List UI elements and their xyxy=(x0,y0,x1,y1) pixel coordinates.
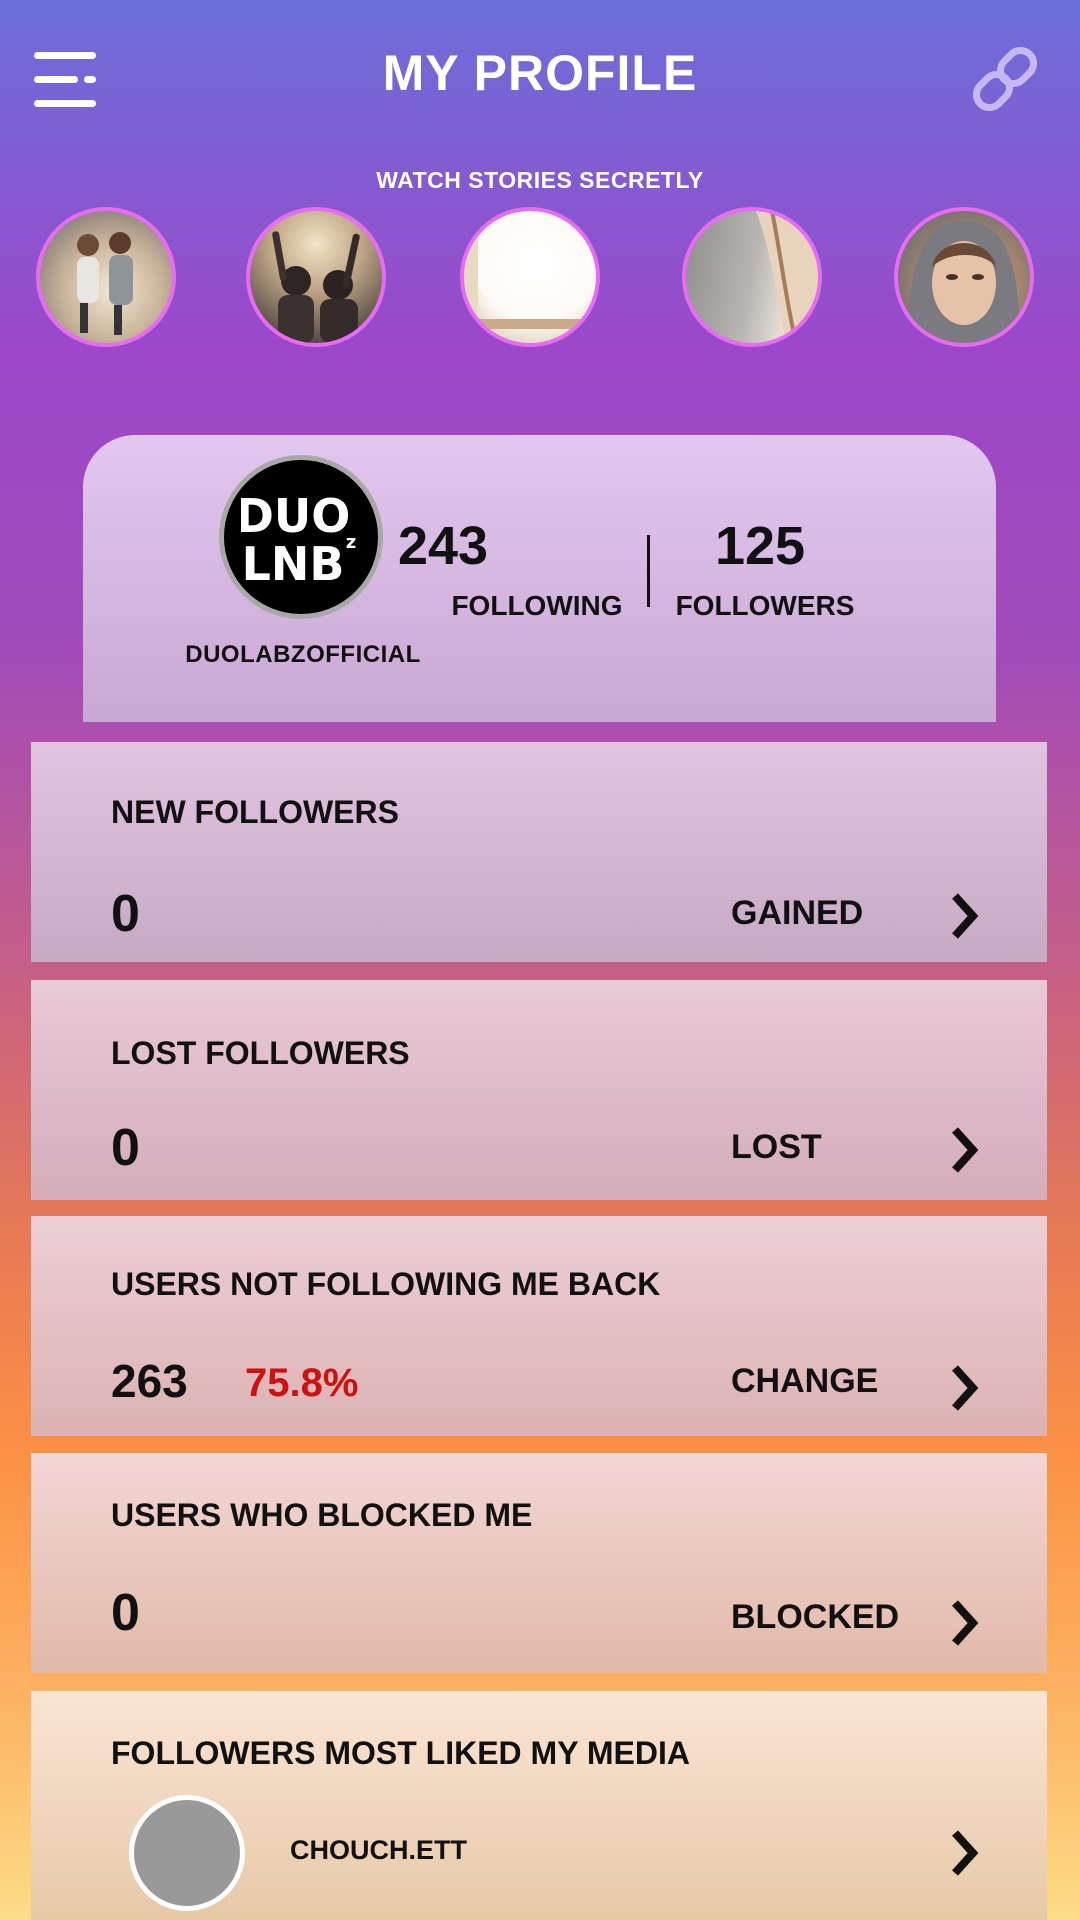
stories-label: WATCH STORIES SECRETLY xyxy=(376,167,704,193)
following-label: FOLLOWING xyxy=(451,590,623,621)
row-title: NEW FOLLOWERS xyxy=(111,794,399,830)
new-followers-row[interactable]: NEW FOLLOWERS 0 GAINED xyxy=(31,742,1047,962)
link-icon[interactable] xyxy=(966,40,1044,118)
lost-followers-row[interactable]: LOST FOLLOWERS 0 LOST xyxy=(31,980,1047,1200)
row-action-label: BLOCKED xyxy=(731,1598,900,1636)
story-avatar[interactable] xyxy=(460,207,600,347)
followers-label: FOLLOWERS xyxy=(675,590,855,621)
following-count[interactable]: 243 xyxy=(273,515,613,577)
most-liked-row[interactable]: FOLLOWERS MOST LIKED MY MEDIA CHOUCH.ETT xyxy=(31,1691,1047,1920)
username: DUOLABZOFFICIAL xyxy=(185,641,421,668)
row-title: FOLLOWERS MOST LIKED MY MEDIA xyxy=(111,1735,690,1771)
row-action-label: CHANGE xyxy=(731,1362,879,1400)
row-title: USERS NOT FOLLOWING ME BACK xyxy=(111,1266,661,1302)
row-value: 0 xyxy=(111,885,140,943)
chevron-right-icon[interactable] xyxy=(949,1829,979,1877)
row-value: 263 xyxy=(111,1355,188,1407)
percent-value: 75.8% xyxy=(245,1361,359,1405)
row-title: USERS WHO BLOCKED ME xyxy=(111,1497,533,1533)
row-action-label: LOST xyxy=(731,1128,822,1166)
top-liker-username: CHOUCH.ETT xyxy=(290,1835,467,1865)
followers-count[interactable]: 125 xyxy=(640,515,880,577)
blocked-me-row[interactable]: USERS WHO BLOCKED ME 0 BLOCKED xyxy=(31,1453,1047,1673)
row-title: LOST FOLLOWERS xyxy=(111,1035,410,1071)
chevron-right-icon[interactable] xyxy=(949,892,979,940)
profile-card: DUO LNB z DUOLABZOFFICIAL 243 FOLLOWING … xyxy=(83,435,996,722)
page-title: MY PROFILE xyxy=(382,45,698,101)
row-value: 0 xyxy=(111,1584,140,1642)
top-liker-avatar[interactable] xyxy=(129,1795,245,1911)
story-avatar[interactable] xyxy=(682,207,822,347)
chevron-right-icon[interactable] xyxy=(949,1599,979,1647)
chevron-right-icon[interactable] xyxy=(949,1364,979,1412)
row-value: 0 xyxy=(111,1119,140,1177)
not-following-back-row[interactable]: USERS NOT FOLLOWING ME BACK 263 75.8% CH… xyxy=(31,1216,1047,1436)
story-avatar[interactable] xyxy=(36,207,176,347)
story-avatar[interactable] xyxy=(894,207,1034,347)
row-action-label: GAINED xyxy=(731,894,864,932)
story-avatar[interactable] xyxy=(246,207,386,347)
chevron-right-icon[interactable] xyxy=(949,1126,979,1174)
